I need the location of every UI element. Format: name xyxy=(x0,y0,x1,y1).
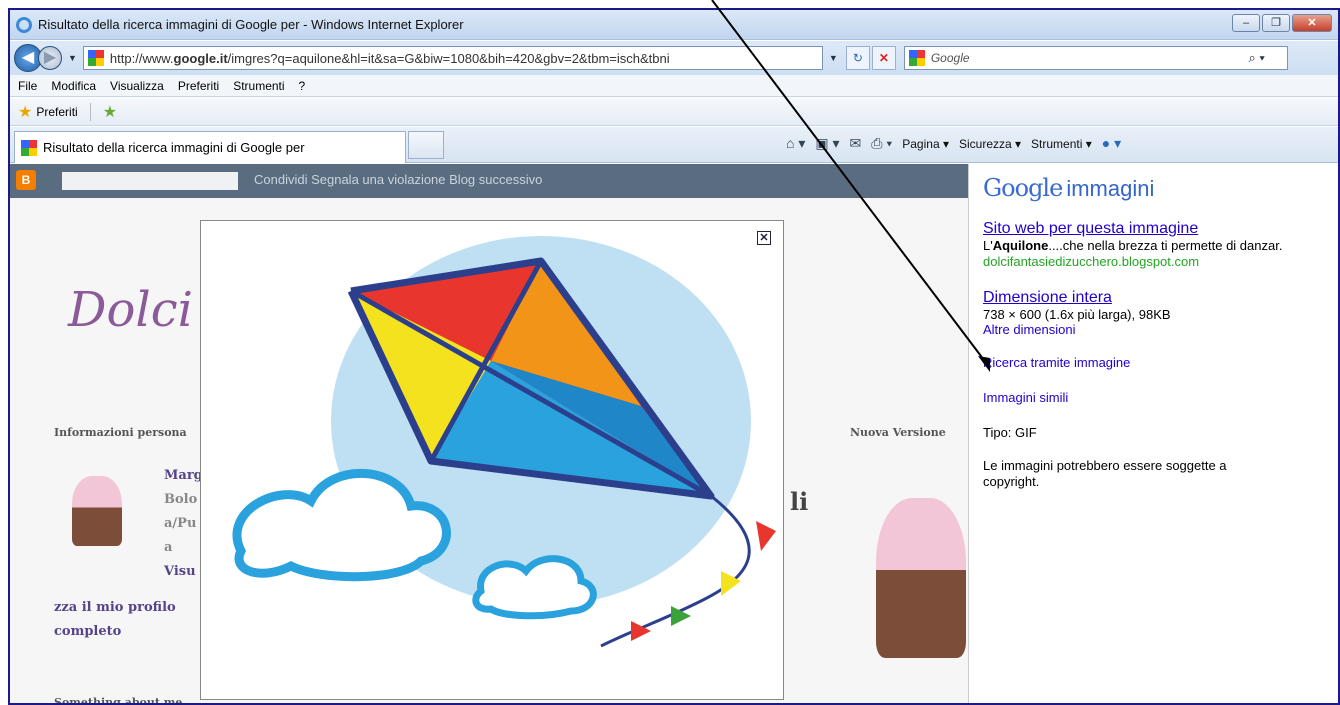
favorites-button[interactable]: Preferiti xyxy=(36,105,77,119)
other-sizes-link[interactable]: Altre dimensioni xyxy=(983,322,1324,337)
google-favicon-icon xyxy=(87,50,104,66)
home-icon[interactable]: ⌂ ▾ xyxy=(786,135,805,152)
google-favicon-icon xyxy=(908,50,925,66)
site-link[interactable]: Sito web per questa immagine xyxy=(983,220,1324,238)
title-bar: Risultato della ricerca immagini di Goog… xyxy=(10,10,1338,40)
forward-icon[interactable]: ▶ xyxy=(38,46,62,70)
feeds-icon[interactable]: ▣ ▾ xyxy=(815,135,839,152)
profile-text: Marg Bolo a/Pu a Visu xyxy=(164,468,203,579)
cake-image xyxy=(876,498,966,658)
maximize-button[interactable]: ❐ xyxy=(1262,14,1290,32)
google-favicon-icon xyxy=(21,139,37,156)
site-url[interactable]: dolcifantasiedizucchero.blogspot.com xyxy=(983,254,1324,269)
close-button[interactable]: ✕ xyxy=(1292,14,1332,32)
address-row: ◀ ▶ ▼ http://www. google.it/imgres?q=aqui… xyxy=(10,41,1338,75)
page-content: B Condividi Segnala una violazione Blog … xyxy=(10,164,1338,703)
navbar-links[interactable]: Condividi Segnala una violazione Blog su… xyxy=(254,172,542,187)
menu-strumenti[interactable]: Strumenti xyxy=(233,79,284,93)
tab-active[interactable]: Risultato della ricerca immagini di Goog… xyxy=(14,131,406,163)
mail-icon[interactable]: ✉ xyxy=(850,135,862,152)
menu-file[interactable]: File xyxy=(18,79,37,93)
kite-image xyxy=(232,236,776,648)
menu-modifica[interactable]: Modifica xyxy=(51,79,96,93)
image-preview-popup: ✕ xyxy=(200,220,784,700)
address-bar[interactable]: http://www. google.it/imgres?q=aquilone&h… xyxy=(82,46,823,70)
favorites-star-icon: ★ xyxy=(18,103,33,121)
search-input[interactable]: Google ⌕ ▾ xyxy=(903,46,1288,70)
history-dropdown-icon[interactable]: ▼ xyxy=(68,53,77,63)
command-bar: ⌂ ▾ ▣ ▾ ✉ ⎙ ▾ Pagina ▾ Sicurezza ▾ Strum… xyxy=(786,135,1121,152)
new-tab-button[interactable] xyxy=(408,131,444,159)
search-by-image-link[interactable]: Ricerca tramite immagine xyxy=(983,355,1324,370)
menu-visualizza[interactable]: Visualizza xyxy=(110,79,164,93)
browser-window: Risultato della ricerca immagini di Goog… xyxy=(8,8,1340,705)
ie-logo-icon xyxy=(16,16,32,33)
refresh-icon[interactable]: ↻ xyxy=(845,46,870,70)
blog-search-input[interactable] xyxy=(62,172,238,190)
address-dropdown-icon[interactable]: ▼ xyxy=(829,53,838,63)
size-info: 738 × 600 (1.6x più larga), 98KB xyxy=(983,307,1171,322)
add-favorite-icon[interactable]: ★ xyxy=(103,102,117,122)
image-description: L'Aquilone....che nella brezza ti permet… xyxy=(983,238,1283,253)
google-images-logo: Google immagini xyxy=(983,174,1155,202)
blogger-navbar: B Condividi Segnala una violazione Blog … xyxy=(10,164,968,198)
help-icon[interactable]: ● ▾ xyxy=(1102,135,1121,152)
image-type: Tipo: GIF xyxy=(983,425,1037,440)
profile-link[interactable]: zza il mio profilo completo xyxy=(54,596,176,644)
something-heading: Something about me... xyxy=(54,696,194,705)
info-heading: Informazioni persona xyxy=(54,426,187,439)
menu-help[interactable]: ? xyxy=(299,79,306,93)
blog-title: Dolci xyxy=(68,282,193,338)
similar-images-link[interactable]: Immagini simili xyxy=(983,390,1324,405)
menu-preferiti[interactable]: Preferiti xyxy=(178,79,219,93)
full-size-link[interactable]: Dimensione intera xyxy=(983,289,1324,307)
blogger-logo-icon[interactable]: B xyxy=(16,170,36,190)
google-image-panel: Google immagini Sito web per questa immag… xyxy=(968,164,1338,703)
favorites-bar: ★ Preferiti ★ xyxy=(10,98,1338,126)
cake-avatar xyxy=(72,476,122,546)
close-preview-icon[interactable]: ✕ xyxy=(757,231,771,245)
copyright-note: Le immagini potrebbero essere soggette a… xyxy=(983,458,1227,489)
window-title: Risultato della ricerca immagini di Goog… xyxy=(38,17,464,32)
new-version-heading: Nuova Versione xyxy=(850,426,946,439)
safety-menu[interactable]: Sicurezza ▾ xyxy=(959,137,1021,151)
search-icon[interactable]: ⌕ ▾ xyxy=(1248,50,1264,66)
minimize-button[interactable]: – xyxy=(1232,14,1260,32)
print-icon[interactable]: ⎙ ▾ xyxy=(871,135,892,152)
page-menu[interactable]: Pagina ▾ xyxy=(902,137,949,151)
menu-bar: File Modifica Visualizza Preferiti Strum… xyxy=(10,75,1338,97)
tools-menu[interactable]: Strumenti ▾ xyxy=(1031,137,1092,151)
stop-icon[interactable]: ✕ xyxy=(871,46,896,70)
tab-row: Risultato della ricerca immagini di Goog… xyxy=(10,127,1338,163)
